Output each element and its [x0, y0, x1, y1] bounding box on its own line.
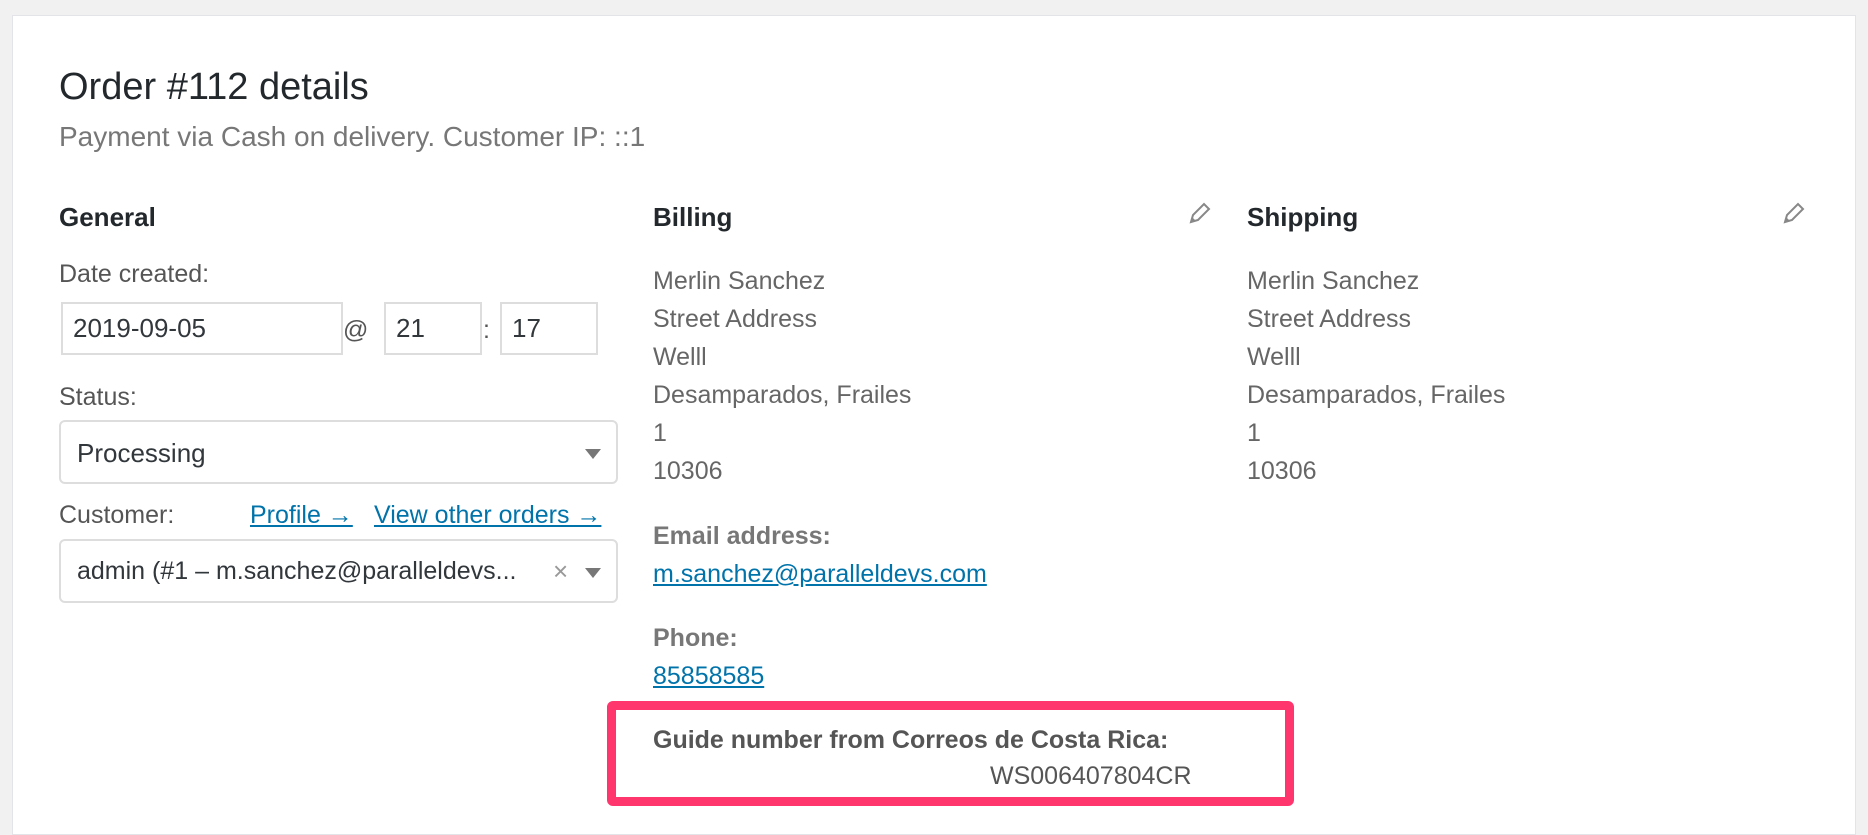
view-other-orders-link[interactable]: View other orders →: [374, 501, 601, 530]
date-created-label: Date created:: [59, 260, 210, 288]
minute-input[interactable]: 17: [500, 302, 598, 355]
billing-address-line: 1: [653, 419, 667, 447]
shipping-address-line: Desamparados, Frailes: [1247, 381, 1506, 409]
billing-address-line: Merlin Sanchez: [653, 267, 826, 295]
close-icon[interactable]: ×: [553, 556, 568, 587]
hour-input[interactable]: 21: [384, 302, 482, 355]
billing-heading: Billing: [653, 202, 733, 232]
page-title: Order #112 details: [59, 66, 369, 108]
status-select[interactable]: Processing: [59, 420, 618, 484]
customer-label: Customer:: [59, 501, 175, 529]
at-separator: @: [343, 316, 369, 344]
general-heading: General: [59, 202, 156, 232]
shipping-address-line: Street Address: [1247, 305, 1411, 333]
phone-link[interactable]: 85858585: [653, 662, 764, 691]
billing-address-line: Desamparados, Frailes: [653, 381, 912, 409]
shipping-address-line: Merlin Sanchez: [1247, 267, 1420, 295]
customer-select[interactable]: admin (#1 – m.sanchez@paralleldevs... ×: [59, 539, 618, 603]
shipping-heading: Shipping: [1247, 202, 1359, 232]
order-subtitle: Payment via Cash on delivery. Customer I…: [59, 121, 646, 152]
guide-number-value: WS006407804CR: [990, 762, 1192, 790]
email-label: Email address:: [653, 522, 831, 550]
billing-address-line: Street Address: [653, 305, 817, 333]
status-label: Status:: [59, 383, 137, 411]
shipping-address-line: Welll: [1247, 343, 1301, 371]
status-select-value: Processing: [77, 438, 206, 468]
chevron-down-icon: [585, 449, 601, 459]
time-colon: :: [483, 316, 490, 344]
date-created-input[interactable]: 2019-09-05: [61, 302, 343, 355]
shipping-address-line: 10306: [1247, 457, 1317, 485]
billing-address-line: 10306: [653, 457, 723, 485]
guide-number-label: Guide number from Correos de Costa Rica:: [653, 726, 1169, 754]
pencil-icon[interactable]: [1780, 201, 1806, 227]
email-link[interactable]: m.sanchez@paralleldevs.com: [653, 560, 987, 589]
phone-label: Phone:: [653, 624, 738, 652]
billing-address: Merlin Sanchez Street Address Welll Desa…: [653, 262, 911, 490]
chevron-down-icon: [585, 568, 601, 578]
profile-link[interactable]: Profile →: [250, 501, 353, 530]
pencil-icon[interactable]: [1186, 201, 1212, 227]
billing-address-line: Welll: [653, 343, 707, 371]
customer-select-value: admin (#1 – m.sanchez@paralleldevs...: [77, 557, 517, 585]
shipping-address-line: 1: [1247, 419, 1261, 447]
shipping-address: Merlin Sanchez Street Address Welll Desa…: [1247, 262, 1505, 490]
